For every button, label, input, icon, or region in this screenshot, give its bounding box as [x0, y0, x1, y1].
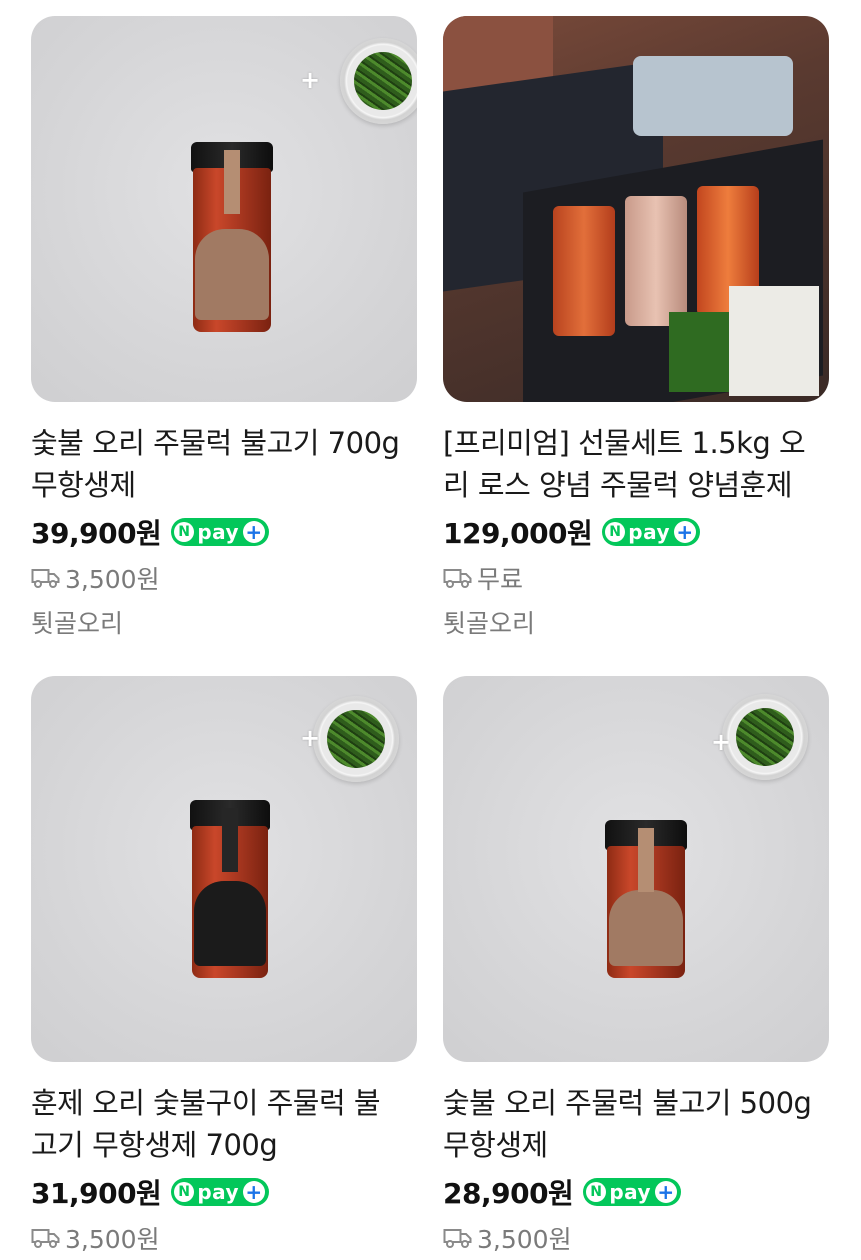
product-title[interactable]: 숯불 오리 주물럭 불고기 500g 무항생제 [443, 1082, 829, 1166]
truck-icon [31, 1229, 60, 1248]
price: 39,900원 [31, 517, 162, 550]
shipping-fee: 3,500원 [65, 1225, 160, 1254]
price-row: 28,900원 Npay + [443, 1172, 829, 1212]
product-image[interactable] [443, 16, 829, 402]
naver-pay-badge: Npay + [602, 518, 701, 546]
product-card[interactable]: + 숯불 오리 주물럭 불고기 500g 무항생제 28,900원 Npay + … [443, 676, 829, 1258]
truck-icon [443, 569, 472, 588]
price-row: 31,900원 Npay + [31, 1172, 417, 1212]
seller-name[interactable]: 툇골오리 [31, 604, 417, 644]
product-card[interactable]: + 훈제 오리 숯불구이 주물럭 불 고기 무항생제 700g 31,900원 … [31, 676, 417, 1258]
product-image[interactable]: + [443, 676, 829, 1062]
price-row: 129,000원 Npay + [443, 512, 829, 552]
shipping-fee: 3,500원 [477, 1225, 572, 1254]
truck-icon [443, 1229, 472, 1248]
product-card[interactable]: + 숯불 오리 주물럭 불고기 700g 무항생제 39,900원 Npay + … [31, 16, 417, 644]
product-title[interactable]: 훈제 오리 숯불구이 주물럭 불 고기 무항생제 700g [31, 1082, 417, 1166]
wrapping-cloth [633, 56, 793, 136]
plus-icon: + [711, 728, 732, 756]
price: 129,000원 [443, 517, 593, 550]
shipping-fee: 무료 [477, 565, 524, 594]
insert-card [729, 286, 819, 396]
side-dish-image [313, 696, 399, 782]
jar-image [625, 196, 687, 326]
shipping-row: 3,500원 [31, 1218, 417, 1258]
plus-icon: + [300, 724, 321, 752]
product-image[interactable]: + [31, 16, 417, 402]
product-card[interactable]: [프리미엄] 선물세트 1.5kg 오 리 로스 양념 주물럭 양념훈제 129… [443, 16, 829, 644]
naver-pay-badge: Npay + [583, 1178, 682, 1206]
shipping-fee: 3,500원 [65, 565, 160, 594]
product-title[interactable]: 숯불 오리 주물럭 불고기 700g 무항생제 [31, 422, 417, 506]
truck-icon [31, 569, 60, 588]
naver-pay-badge: Npay + [171, 1178, 270, 1206]
product-title[interactable]: [프리미엄] 선물세트 1.5kg 오 리 로스 양념 주물럭 양념훈제 [443, 422, 829, 506]
price-row: 39,900원 Npay + [31, 512, 417, 552]
price: 28,900원 [443, 1177, 574, 1210]
naver-pay-badge: Npay + [171, 518, 270, 546]
plus-icon: + [300, 66, 321, 94]
jar-image [553, 206, 615, 336]
seller-name[interactable]: 툇골오리 [443, 604, 829, 644]
side-dish-image [340, 38, 417, 124]
price: 31,900원 [31, 1177, 162, 1210]
shipping-row: 무료 [443, 558, 829, 598]
jar-image [191, 142, 273, 332]
shipping-row: 3,500원 [31, 558, 417, 598]
product-grid: + 숯불 오리 주물럭 불고기 700g 무항생제 39,900원 Npay + … [0, 0, 861, 1260]
jar-image [190, 800, 270, 978]
jar-image [605, 820, 687, 978]
product-image[interactable]: + [31, 676, 417, 1062]
shipping-row: 3,500원 [443, 1218, 829, 1258]
side-dish-image [722, 694, 808, 780]
